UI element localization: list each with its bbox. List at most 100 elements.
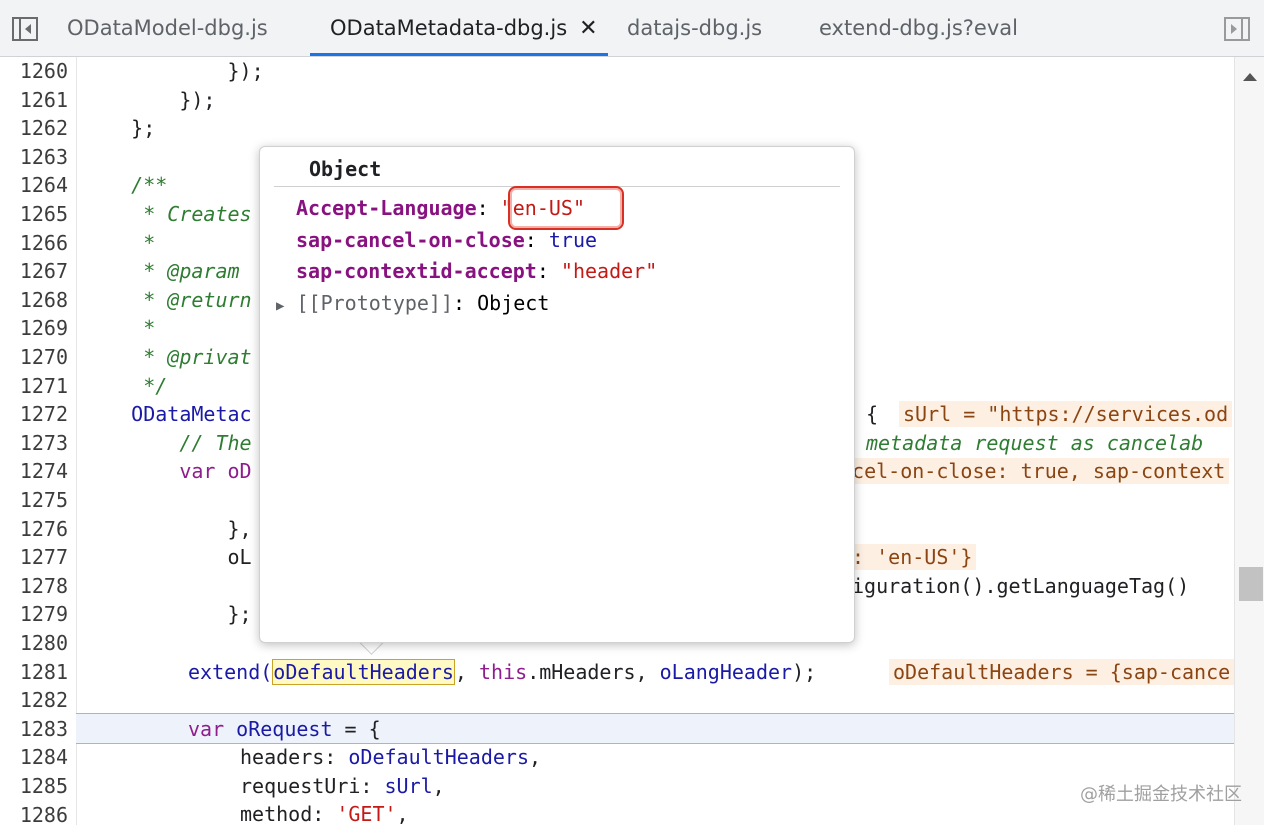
tab-datajs[interactable]: datajs-dbg.js — [627, 0, 762, 56]
tab-odatamodel[interactable]: ODataModel-dbg.js — [67, 0, 268, 56]
code-text: }); — [83, 59, 264, 83]
line-number[interactable]: 1262 — [0, 114, 68, 143]
code-text: // The — [83, 430, 252, 455]
property-value: "header" — [560, 259, 658, 283]
line-number[interactable]: 1266 — [0, 229, 68, 258]
line-number[interactable]: 1273 — [0, 429, 68, 458]
vertical-scrollbar[interactable] — [1234, 57, 1264, 825]
code-identifier: oDefaultHeaders — [348, 745, 529, 769]
code-keyword: this — [479, 660, 528, 684]
code-line-1286: method: 'GET', — [240, 800, 409, 825]
code-text: }, — [83, 516, 252, 541]
code-punct: ); — [792, 660, 817, 684]
code-line-1285: requestUri: sUrl, — [240, 772, 445, 801]
code-text: * — [83, 316, 156, 341]
property-key: sap-cancel-on-close — [296, 228, 525, 252]
code-text: .mHeaders, — [527, 660, 660, 684]
code-text: ODataMetac — [83, 402, 252, 427]
tab-label: ODataMetadata-dbg.js — [330, 16, 568, 40]
line-number[interactable]: 1284 — [0, 743, 68, 772]
code-keyword: var — [188, 717, 225, 741]
code-fragment: iguration().getLanguageTag() — [852, 574, 1190, 598]
inline-value-langheader: e: 'en-US'} — [836, 544, 977, 570]
popover-title: Object — [309, 157, 382, 181]
code-punct: , — [396, 802, 409, 825]
tab-extend[interactable]: extend-dbg.js?eval — [819, 0, 1018, 56]
watermark: @稀土掘金技术社区 — [1080, 784, 1242, 805]
line-number[interactable]: 1285 — [0, 772, 68, 801]
line-number[interactable]: 1282 — [0, 686, 68, 715]
property-row: sap-contextid-accept: "header" — [296, 259, 658, 283]
code-text: }); — [83, 87, 216, 112]
code-line-1284: headers: oDefaultHeaders, — [240, 743, 541, 772]
code-line: 1285 — [0, 772, 1234, 801]
line-number[interactable]: 1269 — [0, 314, 68, 343]
scrollbar-thumb[interactable] — [1239, 567, 1263, 601]
line-number[interactable]: 1274 — [0, 457, 68, 486]
code-text: var oD — [83, 459, 252, 484]
code-text: * — [83, 230, 156, 255]
code-punct: , — [529, 745, 542, 769]
line-number[interactable]: 1281 — [0, 658, 68, 687]
line-number[interactable]: 1278 — [0, 572, 68, 601]
line-number[interactable]: 1261 — [0, 86, 68, 115]
code-punct: , — [454, 660, 480, 684]
line-number[interactable]: 1280 — [0, 629, 68, 658]
line-number[interactable]: 1263 — [0, 143, 68, 172]
line-number[interactable]: 1283 — [0, 715, 68, 744]
tab-label: ODataModel-dbg.js — [67, 16, 268, 40]
code-line: 1260 }); — [0, 57, 1234, 86]
line-number[interactable]: 1277 — [0, 543, 68, 572]
scroll-up-arrow-icon[interactable] — [1235, 61, 1264, 91]
code-comment-fragment: metadata request as cancelab — [866, 431, 1204, 455]
line-number[interactable]: 1279 — [0, 600, 68, 629]
code-line: 1262 }; — [0, 114, 1234, 143]
prototype-value: Object — [477, 291, 550, 315]
code-line: 1282 — [0, 686, 1234, 715]
toggle-debugger-button[interactable] — [1222, 14, 1252, 44]
expand-triangle-icon[interactable]: ▶ — [276, 298, 284, 314]
code-key: method: — [240, 802, 337, 825]
code-key: requestUri: — [240, 774, 385, 798]
line-number[interactable]: 1270 — [0, 343, 68, 372]
code-line: 1283 — [0, 715, 1234, 744]
line-number[interactable]: 1264 — [0, 171, 68, 200]
editor-tab-bar: ODataModel-dbg.js ODataMetadata-dbg.js ✕ … — [0, 0, 1264, 57]
tab-odatametadata[interactable]: ODataMetadata-dbg.js ✕ — [310, 0, 608, 56]
line-number[interactable]: 1267 — [0, 257, 68, 286]
sidebar-toggle-icon — [12, 17, 38, 41]
line-number[interactable]: 1272 — [0, 400, 68, 429]
property-key: sap-contextid-accept — [296, 259, 537, 283]
line-number[interactable]: 1265 — [0, 200, 68, 229]
line-number[interactable]: 1271 — [0, 372, 68, 401]
code-string: 'GET' — [336, 802, 397, 825]
code-text: * @privat — [83, 345, 252, 369]
code-identifier: sUrl — [384, 774, 433, 798]
tab-label: extend-dbg.js?eval — [819, 16, 1018, 40]
code-text: * @param — [83, 259, 240, 284]
close-tab-icon[interactable]: ✕ — [579, 16, 597, 41]
line-number[interactable]: 1268 — [0, 286, 68, 315]
line-number[interactable]: 1275 — [0, 486, 68, 515]
hovered-token[interactable]: oDefaultHeaders — [272, 659, 455, 685]
code-line: 1286 — [0, 801, 1234, 825]
code-punct: , — [432, 774, 445, 798]
line-number[interactable]: 1286 — [0, 801, 68, 825]
code-identifier: oRequest — [236, 717, 333, 741]
code-text: * @return — [83, 287, 252, 312]
code-line-1283: var oRequest = { — [188, 715, 381, 744]
code-text: /** — [83, 173, 168, 198]
code-text: }; — [83, 116, 156, 141]
prototype-row[interactable]: ▶ [[Prototype]]: Object — [276, 288, 549, 321]
property-key: Accept-Language — [296, 196, 477, 220]
line-number[interactable]: 1276 — [0, 515, 68, 544]
inline-value-surl: sUrl = "https://services.od — [899, 401, 1233, 427]
code-text: }; — [83, 602, 252, 627]
toggle-navigator-button[interactable] — [10, 14, 40, 44]
extend-call: extend( — [188, 660, 273, 684]
inline-value-headers: ncel-on-close: true, sap-context — [836, 458, 1230, 484]
sidebar-toggle-right-icon — [1224, 17, 1250, 41]
code-line-1281: extend(oDefaultHeaders, this.mHeaders, o… — [188, 658, 816, 687]
code-text: * Creates — [83, 202, 252, 226]
line-number[interactable]: 1260 — [0, 57, 68, 86]
